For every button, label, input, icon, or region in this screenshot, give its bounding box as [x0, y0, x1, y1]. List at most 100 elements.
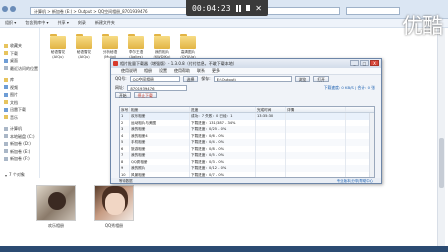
thumbnail-item[interactable]: QQ秀相册 — [92, 185, 136, 229]
taskbar — [0, 246, 448, 252]
explorer-scrollbar[interactable] — [437, 28, 445, 248]
toolbar-organize[interactable]: 组织 ▾ — [5, 20, 16, 26]
tree-item-downloads[interactable]: 下载 — [0, 50, 39, 58]
start-button[interactable]: 开始 — [115, 92, 131, 98]
toolbar-share[interactable]: 共享 ▾ — [58, 20, 69, 26]
select-button[interactable]: 选择 — [182, 76, 199, 82]
tree-label: 桌面 — [10, 58, 18, 63]
computer-icon — [4, 126, 8, 131]
tree-label: 文档 — [10, 99, 18, 105]
maximize-button[interactable]: □ — [360, 60, 369, 66]
col-details[interactable]: 详情 — [286, 107, 346, 112]
window-controls: _ □ X — [350, 60, 379, 66]
dialog-title: 相片批量下载器（增强版）- 1.3.0.8（付付信息，不敢下载本地） — [120, 60, 237, 66]
stop-icon[interactable] — [245, 5, 251, 11]
toolbar-burn[interactable]: 刻录 — [78, 20, 86, 26]
tree-label: 图片 — [10, 92, 18, 97]
tree-label: 本地磁盘 (C:) — [10, 133, 35, 139]
picture-icon — [4, 92, 8, 97]
tree-item-documents[interactable]: 文档 — [0, 99, 39, 107]
stop-download-button[interactable]: 停止下载 — [133, 92, 157, 98]
path-input[interactable]: E:\Output\ — [213, 76, 292, 82]
menu-item-settings[interactable]: 设置 — [159, 68, 167, 74]
tree-label: 库 — [10, 77, 14, 82]
nav-buttons — [2, 6, 16, 12]
photo-thumbnail — [36, 185, 76, 221]
tree-item-thunder[interactable]: 迅雷下载 — [0, 106, 39, 114]
folder-item[interactable]: 我的相片(KWDIKx) — [152, 34, 172, 59]
tree-item-libraries[interactable]: 库 — [0, 76, 39, 84]
folder-item[interactable]: 秘语雪花(AIQu) — [74, 34, 94, 59]
chevron-down-icon[interactable]: ▾ — [5, 173, 7, 178]
folder-item[interactable]: 秘语雪花(AIQu) — [48, 34, 68, 59]
forward-icon[interactable] — [10, 6, 16, 12]
tree-label: 新加卷 (F:) — [10, 156, 30, 161]
menu-item-album[interactable]: 相册 — [144, 68, 152, 74]
status-links[interactable]: 专业版本|分享|帮助中心 — [337, 178, 373, 183]
browse-button[interactable]: 浏览 — [294, 76, 311, 82]
url-input[interactable]: 8701939476 — [127, 84, 188, 91]
menu-item-more[interactable]: 更多 — [212, 68, 220, 74]
table-body: 1 欢乐相册 成功：7 失败：0 已经：1 13:35:30 2 运动相片与美图 下载进度：… — [120, 113, 374, 177]
recent-icon — [4, 66, 8, 71]
folder-icon — [180, 34, 196, 49]
minimize-button[interactable]: _ — [350, 60, 359, 66]
url-label: 网址: — [115, 84, 125, 90]
qq-select[interactable]: QQ空间相册 — [129, 76, 180, 82]
address-bar[interactable]: 计算机 > 新加卷 (E:) > Output > QQ空间相册_8701939… — [30, 7, 340, 15]
menu-item-help[interactable]: 使用说明 — [121, 68, 137, 74]
star-icon — [4, 43, 8, 48]
tree-item-pictures[interactable]: 图片 — [0, 91, 39, 99]
col-index[interactable]: 序号 — [120, 107, 130, 112]
col-progress[interactable]: 进度 — [190, 107, 256, 112]
action-row: 开始 停止下载 — [111, 92, 381, 98]
col-album[interactable]: 相册 — [130, 107, 190, 112]
table-scrollbar[interactable] — [369, 113, 374, 177]
menu-item-usage[interactable]: 使用帮助 — [174, 68, 190, 74]
thumbnail-item[interactable]: 欢乐相册 — [34, 185, 78, 229]
tree-item-recent[interactable]: 最近访问的位置 — [0, 65, 39, 73]
tree-item-music[interactable]: 音乐 — [0, 114, 39, 122]
tree-item-drive-c[interactable]: 本地磁盘 (C:) — [0, 133, 39, 141]
path-label: 保存: — [201, 76, 211, 81]
drive-icon — [4, 141, 8, 146]
folder-icon — [154, 34, 170, 49]
form-row-qq: QQ号: QQ空间相册 选择 保存: E:\Output\ 浏览 打开 — [111, 75, 381, 83]
video-icon — [4, 85, 8, 90]
folder-icon — [128, 34, 144, 49]
tree-item-videos[interactable]: 视频 — [0, 84, 39, 92]
tree-item-drive-e[interactable]: 新加卷 (E:) — [0, 148, 39, 156]
pause-icon[interactable] — [235, 4, 241, 12]
navigation-tree: 收藏夹 下载 桌面 最近访问的位置 库 视频 图片 文档 迅雷下载 音乐 计算机… — [0, 28, 40, 178]
folder-icon — [102, 34, 118, 49]
col-finish-time[interactable]: 完成时间 — [256, 107, 286, 112]
folder-item[interactable]: 分析秘语(Mulgi) — [100, 34, 120, 59]
tree-item-drive-d[interactable]: 新加卷 (D:) — [0, 140, 39, 148]
folder-item[interactable]: 高清图片(QYUUq) — [178, 34, 198, 59]
folder-label: 秘语雪花(AIQu) — [50, 50, 66, 59]
tree-label: 计算机 — [10, 126, 22, 131]
items-count: ▾ 7 个对象 — [5, 172, 25, 178]
thumbnail-label: 欢乐相册 — [48, 223, 64, 228]
tree-item-drive-f[interactable]: 新加卷 (F:) — [0, 155, 39, 163]
open-button[interactable]: 打开 — [313, 76, 329, 82]
download-icon — [4, 107, 8, 112]
toolbar-new-folder[interactable]: 新建文件夹 — [95, 20, 115, 26]
tree-item-favorites[interactable]: 收藏夹 — [0, 42, 39, 50]
close-button[interactable]: X — [370, 60, 379, 66]
scrollbar-thumb[interactable] — [439, 138, 444, 188]
close-icon[interactable]: ✕ — [255, 4, 262, 13]
back-icon[interactable] — [2, 6, 8, 12]
drive-icon — [4, 149, 8, 154]
tree-item-computer[interactable]: 计算机 — [0, 125, 39, 133]
folder-item[interactable]: 李尔王语(Aqlies) — [126, 34, 146, 59]
toolbar-include-library[interactable]: 包含到库中 ▾ — [25, 20, 48, 26]
search-input[interactable] — [346, 7, 400, 15]
items-count-label: 7 个对象 — [9, 172, 25, 177]
tree-label: 音乐 — [10, 114, 18, 120]
explorer-toolbar: 组织 ▾ 包含到库中 ▾ 共享 ▾ 刻录 新建文件夹 — [0, 19, 448, 28]
menu-item-contact[interactable]: 联系 — [197, 68, 205, 74]
folder-label: 秘语雪花(AIQu) — [76, 50, 92, 59]
tree-item-desktop[interactable]: 桌面 — [0, 57, 39, 65]
folder-grid: 秘语雪花(AIQu) 秘语雪花(AIQu) 分析秘语(Mulgi) 李尔王语(A… — [48, 34, 198, 59]
